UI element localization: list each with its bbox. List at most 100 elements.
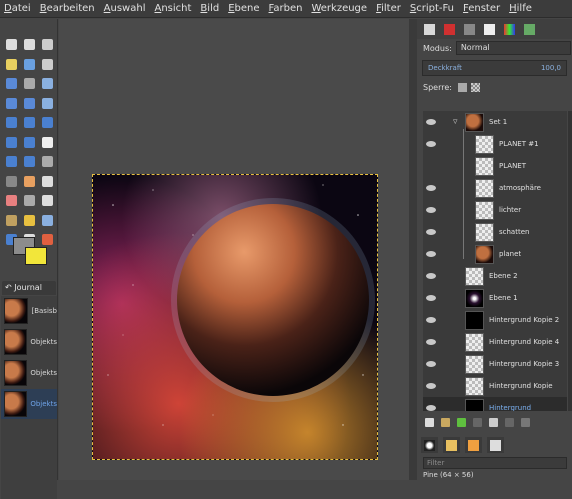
gradients-tab[interactable] xyxy=(465,437,482,453)
layer-row[interactable]: lichter xyxy=(423,199,567,221)
layer-row[interactable]: Hintergrund Kopie xyxy=(423,375,567,397)
eye-icon[interactable] xyxy=(426,361,436,367)
brushes-tab[interactable] xyxy=(421,437,438,453)
colors-tab[interactable] xyxy=(501,21,518,37)
fg-bg-color-selector[interactable] xyxy=(10,237,50,273)
align-tool[interactable] xyxy=(20,94,38,113)
eye-icon[interactable] xyxy=(426,339,436,345)
rect-select-tool[interactable] xyxy=(2,35,20,54)
journal-item[interactable]: Objekts xyxy=(1,327,57,357)
paintbrush-tool[interactable] xyxy=(38,172,56,191)
menu-ansicht[interactable]: Ansicht xyxy=(154,3,191,14)
journal-item[interactable]: Objekts xyxy=(1,389,57,419)
paths-tool[interactable] xyxy=(2,74,20,93)
lower-layer-icon[interactable] xyxy=(473,417,482,427)
paths-tab[interactable] xyxy=(461,21,478,37)
measure-tool[interactable] xyxy=(38,152,56,171)
anchor-layer-icon[interactable] xyxy=(505,417,514,427)
menu-werkzeuge[interactable]: Werkzeuge xyxy=(311,3,367,14)
lock-alpha-icon[interactable] xyxy=(470,82,480,92)
menu-hilfe[interactable]: Hilfe xyxy=(509,3,532,14)
brush-filter-input[interactable]: Filter xyxy=(423,457,567,469)
layers-tab[interactable] xyxy=(421,21,438,37)
chevron-down-icon[interactable]: ▿ xyxy=(453,117,458,127)
menu-farben[interactable]: Farben xyxy=(269,3,303,14)
crop-tool[interactable] xyxy=(38,94,56,113)
eye-icon[interactable] xyxy=(426,141,436,147)
menu-ebene[interactable]: Ebene xyxy=(228,3,259,14)
lock-pixels-icon[interactable] xyxy=(457,82,467,92)
image-canvas[interactable] xyxy=(92,174,378,460)
heal-tool[interactable] xyxy=(20,211,38,230)
eye-icon[interactable] xyxy=(426,405,436,411)
eye-icon[interactable] xyxy=(426,383,436,389)
journal-item[interactable]: Objekts xyxy=(1,358,57,388)
airbrush-tool[interactable] xyxy=(20,191,38,210)
channels-tab[interactable] xyxy=(441,21,458,37)
eye-icon[interactable] xyxy=(426,119,436,125)
flip-tool[interactable] xyxy=(20,133,38,152)
cage-tool[interactable] xyxy=(2,152,20,171)
zoom-tool[interactable] xyxy=(38,74,56,93)
raise-layer-icon[interactable] xyxy=(457,417,466,427)
eraser-tool[interactable] xyxy=(2,191,20,210)
blend-tool[interactable] xyxy=(2,172,20,191)
move-tool[interactable] xyxy=(2,94,20,113)
layer-row[interactable]: PLANET xyxy=(423,155,567,177)
background-color-swatch[interactable] xyxy=(25,247,47,265)
perspective-clone-tool[interactable] xyxy=(38,211,56,230)
palette-tab[interactable] xyxy=(521,21,538,37)
layer-row[interactable]: Hintergrund Kopie 2 xyxy=(423,309,567,331)
eye-icon[interactable] xyxy=(426,207,436,213)
patterns-tab[interactable] xyxy=(443,437,460,453)
fonts-tab[interactable] xyxy=(481,21,498,37)
color-select-tool[interactable] xyxy=(20,55,38,74)
eye-icon[interactable] xyxy=(426,295,436,301)
new-layer-icon[interactable] xyxy=(425,417,434,427)
ink-tool[interactable] xyxy=(38,191,56,210)
layer-row[interactable]: Hintergrund Kopie 4 xyxy=(423,331,567,353)
eye-icon[interactable] xyxy=(426,273,436,279)
layer-row[interactable]: schatten xyxy=(423,221,567,243)
layer-row[interactable]: Ebene 2 xyxy=(423,265,567,287)
shear-tool[interactable] xyxy=(38,113,56,132)
mode-select[interactable]: Normal xyxy=(455,41,571,55)
duplicate-layer-icon[interactable] xyxy=(489,417,498,427)
layer-row[interactable]: PLANET #1 xyxy=(423,133,567,155)
layer-row[interactable]: atmosphäre xyxy=(423,177,567,199)
ellipse-select-tool[interactable] xyxy=(20,35,38,54)
menu-script-fu[interactable]: Script-Fu xyxy=(410,3,454,14)
layer-row[interactable]: Hintergrund xyxy=(423,397,567,411)
menu-bearbeiten[interactable]: Bearbeiten xyxy=(40,3,95,14)
layer-row[interactable]: ▿ Set 1 xyxy=(423,111,567,133)
free-select-tool[interactable] xyxy=(38,35,56,54)
menu-auswahl[interactable]: Auswahl xyxy=(104,3,146,14)
opacity-slider[interactable]: Deckkraft 100,0 xyxy=(422,60,567,76)
menu-filter[interactable]: Filter xyxy=(376,3,401,14)
text-tool[interactable] xyxy=(38,133,56,152)
perspective-tool[interactable] xyxy=(2,133,20,152)
color-picker-tool[interactable] xyxy=(20,74,38,93)
menu-fenster[interactable]: Fenster xyxy=(463,3,500,14)
fuzzy-select-tool[interactable] xyxy=(2,55,20,74)
layer-row[interactable]: Hintergrund Kopie 3 xyxy=(423,353,567,375)
journal-tab[interactable]: ↶ Journal xyxy=(2,281,56,295)
clone-tool[interactable] xyxy=(2,211,20,230)
pencil-tool[interactable] xyxy=(20,172,38,191)
delete-layer-icon[interactable] xyxy=(521,417,530,427)
eye-icon[interactable] xyxy=(426,251,436,257)
new-group-icon[interactable] xyxy=(441,417,450,427)
scale-tool[interactable] xyxy=(20,113,38,132)
layer-row[interactable]: planet xyxy=(423,243,567,265)
unified-tool[interactable] xyxy=(20,152,38,171)
journal-item[interactable]: [Basisb xyxy=(1,296,57,326)
scissors-select-tool[interactable] xyxy=(38,55,56,74)
canvas-vertical-scrollbar[interactable] xyxy=(409,19,417,480)
rotate-tool[interactable] xyxy=(2,113,20,132)
menu-bild[interactable]: Bild xyxy=(200,3,219,14)
eye-icon[interactable] xyxy=(426,185,436,191)
layers-scrollbar[interactable] xyxy=(568,111,572,411)
layer-row[interactable]: Ebene 1 xyxy=(423,287,567,309)
eye-icon[interactable] xyxy=(426,229,436,235)
eye-icon[interactable] xyxy=(426,317,436,323)
